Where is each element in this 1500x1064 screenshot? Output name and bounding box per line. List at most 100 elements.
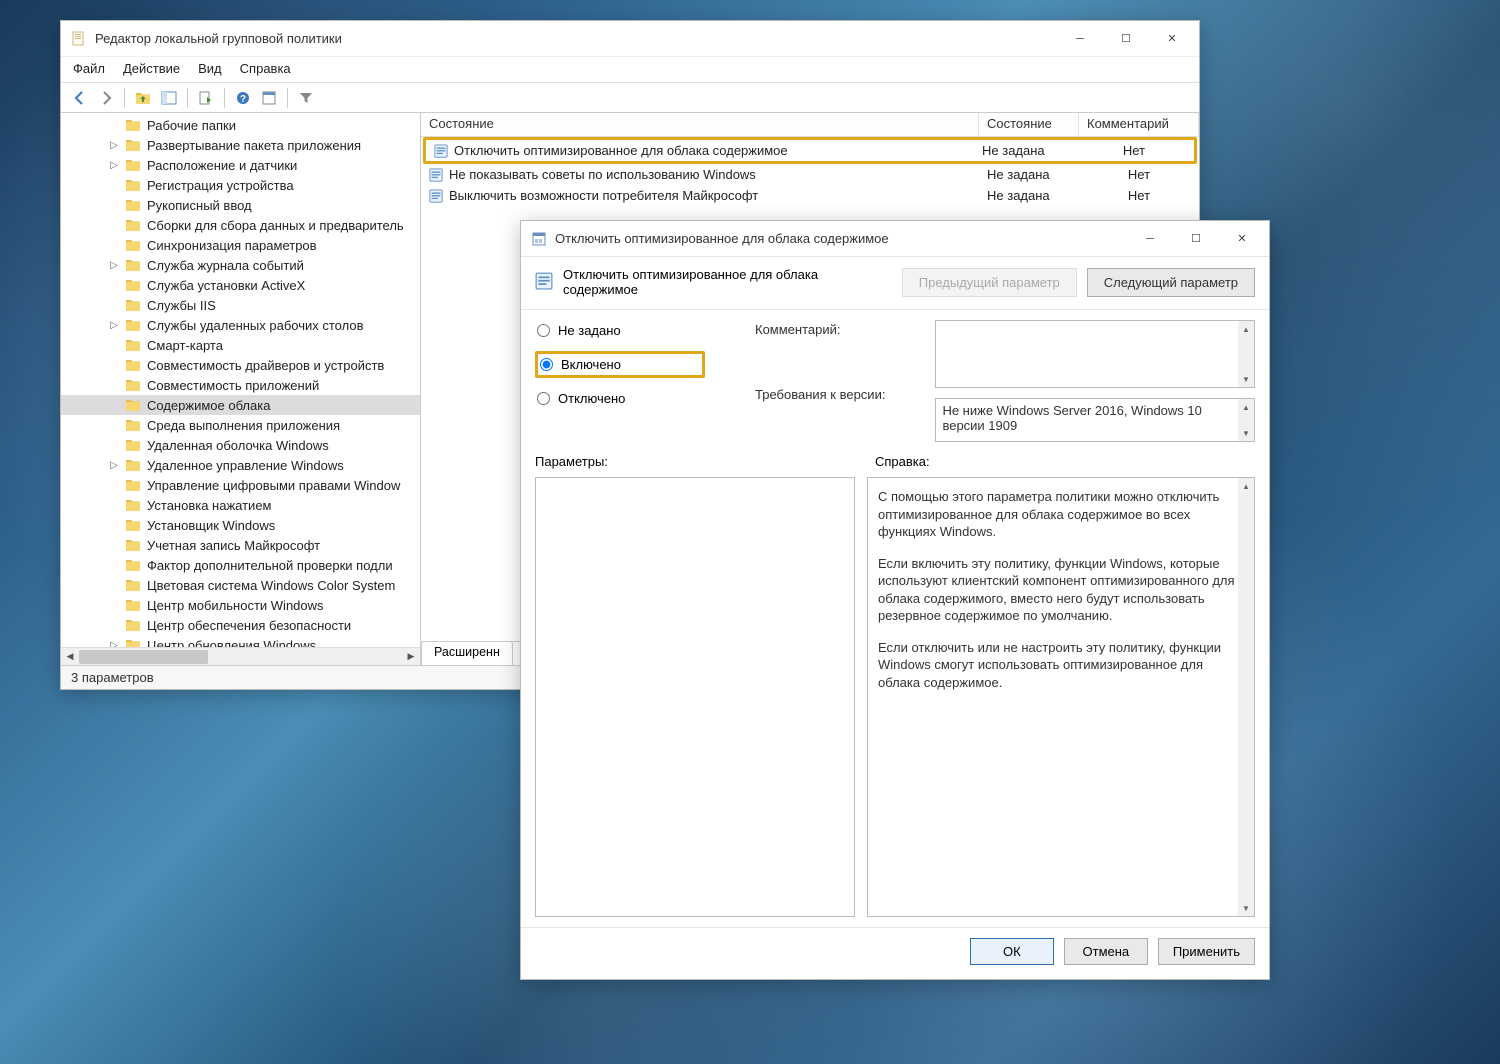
menu-help[interactable]: Справка xyxy=(240,61,291,76)
scroll-right-button[interactable]: ▶ xyxy=(402,649,420,665)
tree-item[interactable]: Учетная запись Майкрософт xyxy=(61,535,420,555)
next-setting-button[interactable]: Следующий параметр xyxy=(1087,268,1255,297)
menu-view[interactable]: Вид xyxy=(198,61,222,76)
tree-item-label: Содержимое облака xyxy=(147,398,270,413)
show-hide-tree-button[interactable] xyxy=(158,87,180,109)
menubar: Файл Действие Вид Справка xyxy=(61,57,1199,83)
close-button[interactable]: ✕ xyxy=(1149,23,1195,55)
params-panel[interactable] xyxy=(535,477,855,917)
tree-item[interactable]: Установка нажатием xyxy=(61,495,420,515)
tree-item-label: Управление цифровыми правами Window xyxy=(147,478,400,493)
tree-item[interactable]: ▷Расположение и датчики xyxy=(61,155,420,175)
filter-button[interactable] xyxy=(295,87,317,109)
tree-item[interactable]: Синхронизация параметров xyxy=(61,235,420,255)
setting-comment: Нет xyxy=(1074,143,1194,158)
tree-item-label: Удаленная оболочка Windows xyxy=(147,438,329,453)
tree-item[interactable]: Центр мобильности Windows xyxy=(61,595,420,615)
gpo-titlebar: Редактор локальной групповой политики ─ … xyxy=(61,21,1199,57)
scroll-up-icon[interactable]: ▲ xyxy=(1238,478,1254,494)
tree-view[interactable]: Рабочие папки ▷ Развертывание пакета прило… xyxy=(61,113,420,647)
tree-item[interactable]: Цветовая система Windows Color System xyxy=(61,575,420,595)
tree-item[interactable]: Служба установки ActiveX xyxy=(61,275,420,295)
expand-icon[interactable]: ▷ xyxy=(107,140,121,151)
list-row[interactable]: Выключить возможности потребителя Майкро… xyxy=(421,185,1199,206)
folder-icon xyxy=(125,577,141,593)
folder-icon xyxy=(125,617,141,633)
tree-item-label: Совместимость драйверов и устройств xyxy=(147,358,384,373)
ok-button[interactable]: ОК xyxy=(970,938,1054,965)
scroll-up-icon[interactable]: ▲ xyxy=(1238,321,1254,337)
tree-item[interactable]: ▷Службы удаленных рабочих столов xyxy=(61,315,420,335)
tree-item[interactable]: Совместимость приложений xyxy=(61,375,420,395)
expand-icon[interactable]: ▷ xyxy=(107,320,121,331)
tree-pane: Рабочие папки ▷ Развертывание пакета прило… xyxy=(61,113,421,665)
export-button[interactable] xyxy=(195,87,217,109)
folder-icon xyxy=(125,477,141,493)
dialog-maximize-button[interactable]: ☐ xyxy=(1173,223,1219,255)
scroll-down-icon[interactable]: ▼ xyxy=(1238,900,1254,916)
tree-item[interactable]: Удаленная оболочка Windows xyxy=(61,435,420,455)
comment-textbox[interactable]: ▲▼ xyxy=(935,320,1255,388)
tree-h-scrollbar[interactable]: ◀ ▶ xyxy=(61,647,420,665)
apply-button[interactable]: Применить xyxy=(1158,938,1255,965)
minimize-button[interactable]: ─ xyxy=(1057,23,1103,55)
tree-item[interactable]: Рукописный ввод xyxy=(61,195,420,215)
tree-item[interactable]: Рабочие папки xyxy=(61,115,420,135)
tree-item[interactable]: ▷ Развертывание пакета приложения xyxy=(61,135,420,155)
tree-item[interactable]: Содержимое облака xyxy=(61,395,420,415)
cancel-button[interactable]: Отмена xyxy=(1064,938,1148,965)
tree-item-label: Центр обеспечения безопасности xyxy=(147,618,351,633)
h-scroll-thumb[interactable] xyxy=(79,650,208,664)
back-button[interactable] xyxy=(69,87,91,109)
tree-item[interactable]: Смарт-карта xyxy=(61,335,420,355)
tree-item-label: Фактор дополнительной проверки подли xyxy=(147,558,393,573)
scroll-left-button[interactable]: ◀ xyxy=(61,649,79,665)
list-row[interactable]: Не показывать советы по использованию Wi… xyxy=(421,164,1199,185)
tree-item[interactable]: ▷Служба журнала событий xyxy=(61,255,420,275)
prev-setting-button[interactable]: Предыдущий параметр xyxy=(902,268,1077,297)
expand-icon[interactable]: ▷ xyxy=(107,160,121,171)
col-state[interactable]: Состояние xyxy=(979,113,1079,136)
up-folder-button[interactable] xyxy=(132,87,154,109)
radio-not-configured[interactable]: Не задано xyxy=(535,320,705,341)
scroll-down-icon[interactable]: ▼ xyxy=(1238,425,1254,441)
dialog-minimize-button[interactable]: ─ xyxy=(1127,223,1173,255)
tree-item[interactable]: Среда выполнения приложения xyxy=(61,415,420,435)
help-panel[interactable]: С помощью этого параметра политики можно… xyxy=(867,477,1255,917)
folder-icon xyxy=(125,497,141,513)
tree-item[interactable]: Регистрация устройства xyxy=(61,175,420,195)
col-name[interactable]: Состояние xyxy=(421,113,979,136)
forward-button[interactable] xyxy=(95,87,117,109)
tree-item[interactable]: Установщик Windows xyxy=(61,515,420,535)
menu-file[interactable]: Файл xyxy=(73,61,105,76)
tree-item[interactable]: Службы IIS xyxy=(61,295,420,315)
tree-item-label: Развертывание пакета приложения xyxy=(147,138,361,153)
scroll-down-icon[interactable]: ▼ xyxy=(1238,371,1254,387)
folder-icon xyxy=(125,217,141,233)
expand-icon[interactable]: ▷ xyxy=(107,460,121,471)
col-comment[interactable]: Комментарий xyxy=(1079,113,1199,136)
maximize-button[interactable]: ☐ xyxy=(1103,23,1149,55)
radio-disabled[interactable]: Отключено xyxy=(535,388,705,409)
tree-item[interactable]: Сборки для сбора данных и предваритель xyxy=(61,215,420,235)
tree-item[interactable]: Управление цифровыми правами Window xyxy=(61,475,420,495)
folder-icon xyxy=(125,237,141,253)
tree-item[interactable]: ▷Удаленное управление Windows xyxy=(61,455,420,475)
tree-item[interactable]: Совместимость драйверов и устройств xyxy=(61,355,420,375)
radio-enabled[interactable]: Включено xyxy=(535,351,705,378)
menu-action[interactable]: Действие xyxy=(123,61,180,76)
scroll-up-icon[interactable]: ▲ xyxy=(1238,399,1254,415)
tab-extended[interactable]: Расширенн xyxy=(421,641,513,665)
dialog-close-button[interactable]: ✕ xyxy=(1219,223,1265,255)
tree-item[interactable]: Фактор дополнительной проверки подли xyxy=(61,555,420,575)
help-button[interactable]: ? xyxy=(232,87,254,109)
setting-state: Не задана xyxy=(974,143,1074,158)
tree-item[interactable]: ▷Центр обновления Windows xyxy=(61,635,420,647)
gpo-title: Редактор локальной групповой политики xyxy=(95,31,1057,46)
list-row[interactable]: Отключить оптимизированное для облака со… xyxy=(426,140,1194,161)
expand-icon[interactable]: ▷ xyxy=(107,640,121,648)
settings-list[interactable]: Отключить оптимизированное для облака со… xyxy=(421,137,1199,206)
properties-button[interactable] xyxy=(258,87,280,109)
expand-icon[interactable]: ▷ xyxy=(107,260,121,271)
tree-item[interactable]: Центр обеспечения безопасности xyxy=(61,615,420,635)
